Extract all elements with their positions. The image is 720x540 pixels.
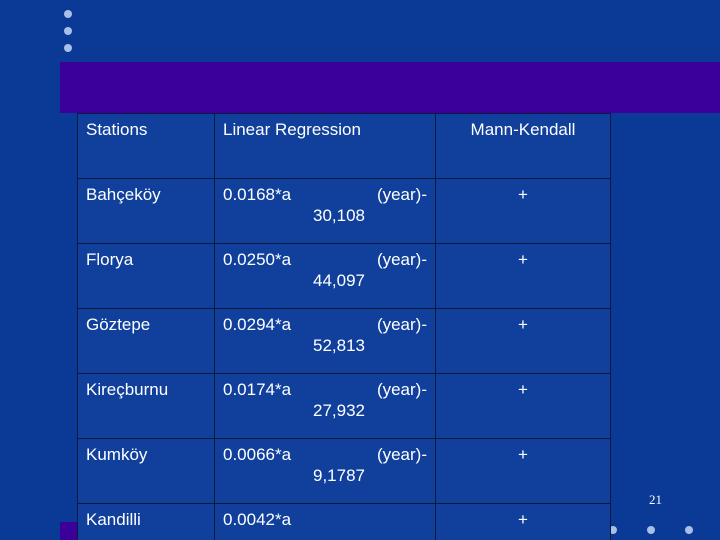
cell-mann-kendall: + [435,503,611,540]
decor-dot [64,10,72,18]
cell-equation: 0.0168*a [223,185,292,204]
cell-constant: 52,813 [313,335,365,355]
table-row: Kandilli 0.0042*a + [77,503,611,540]
cell-constant: 9,1787 [313,465,365,485]
cell-equation: 0.0042*a [223,510,292,529]
title-placeholder-band [60,62,720,113]
table-row: Kumköy 0.0066*a (year)- 9,1787 + [77,438,611,504]
cell-unit: (year)- [376,315,427,334]
cell-mann-kendall: + [435,308,611,374]
cell-constant: 44,097 [313,270,365,290]
cell-station: Kumköy [77,438,215,504]
cell-mann-kendall: + [435,178,611,244]
cell-station: Florya [77,243,215,309]
table-row: Florya 0.0250*a (year)- 44,097 + [77,243,611,309]
cell-unit: (year)- [376,380,427,399]
table-header-row: Stations Linear Regression Mann-Kendall [77,113,611,179]
cell-unit: (year)- [376,250,427,269]
cell-station: Göztepe [77,308,215,374]
decor-dot [64,44,72,52]
cell-constant: 27,932 [313,400,365,420]
column-header-mann-kendall: Mann-Kendall [435,113,611,179]
column-header-stations: Stations [77,113,215,179]
cell-unit: (year)- [376,185,427,204]
decor-dot [64,27,72,35]
cell-equation: 0.0250*a [223,250,292,269]
cell-linear-regression: 0.0250*a (year)- 44,097 [214,243,436,309]
decor-dot [685,526,693,534]
cell-linear-regression: 0.0042*a [214,503,436,540]
cell-linear-regression: 0.0294*a (year)- 52,813 [214,308,436,374]
cell-mann-kendall: + [435,243,611,309]
slide-canvas: Stations Linear Regression Mann-Kendall … [0,0,720,540]
cell-station: Kandilli [77,503,215,540]
cell-linear-regression: 0.0174*a (year)- 27,932 [214,373,436,439]
table-row: Göztepe 0.0294*a (year)- 52,813 + [77,308,611,374]
table-row: Kireçburnu 0.0174*a (year)- 27,932 + [77,373,611,439]
table-row: Bahçeköy 0.0168*a (year)- 30,108 + [77,178,611,244]
decor-dot [647,526,655,534]
trend-results-table: Stations Linear Regression Mann-Kendall … [77,113,611,540]
slide-number: 21 [649,492,662,507]
cell-unit: (year)- [376,445,427,464]
cell-mann-kendall: + [435,438,611,504]
cell-station: Bahçeköy [77,178,215,244]
cell-equation: 0.0294*a [223,315,292,334]
cell-linear-regression: 0.0168*a (year)- 30,108 [214,178,436,244]
cell-equation: 0.0066*a [223,445,292,464]
cell-linear-regression: 0.0066*a (year)- 9,1787 [214,438,436,504]
cell-equation: 0.0174*a [223,380,292,399]
cell-mann-kendall: + [435,373,611,439]
cell-station: Kireçburnu [77,373,215,439]
column-header-linear-regression: Linear Regression [214,113,436,179]
cell-constant: 30,108 [313,205,365,225]
